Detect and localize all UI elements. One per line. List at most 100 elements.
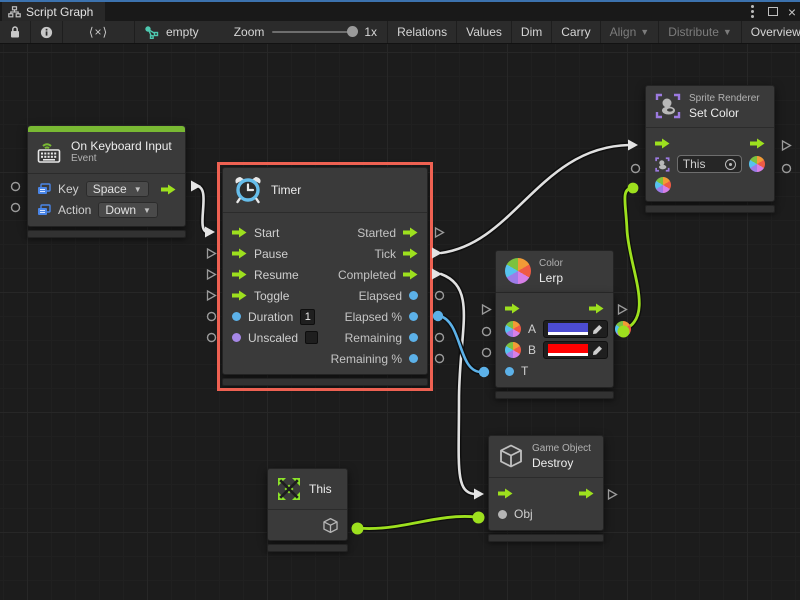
lock-button[interactable]: [0, 21, 31, 43]
info-button[interactable]: [31, 21, 63, 43]
overview-button[interactable]: Overview: [742, 21, 800, 43]
action-label: Action: [58, 203, 91, 217]
setcolor-flow-out-port[interactable]: [780, 139, 793, 152]
key-dropdown[interactable]: Space▼: [86, 181, 149, 197]
eyedropper-icon[interactable]: [592, 324, 603, 335]
flow-arrow-icon: [232, 290, 247, 301]
color-a-field[interactable]: [543, 320, 608, 338]
lerp-b-row: B: [496, 340, 613, 361]
align-button[interactable]: Align▼: [601, 21, 660, 43]
timer-toggle-port[interactable]: [205, 289, 218, 302]
node-footer: [488, 534, 604, 542]
keyboard-key-row: Key Space▼: [28, 179, 185, 200]
timer-resume-port[interactable]: [205, 268, 218, 281]
destroy-obj-port[interactable]: [471, 510, 486, 525]
node-on-keyboard-input[interactable]: On Keyboard Input Event Key Space▼ Actio…: [27, 125, 186, 238]
action-dropdown[interactable]: Down▼: [98, 202, 158, 218]
code-preview-button[interactable]: ⟨×⟩: [63, 21, 135, 43]
menu-dots-icon[interactable]: [751, 10, 754, 13]
node-this[interactable]: This: [267, 468, 348, 552]
color-wheel-icon: [655, 177, 671, 193]
graph-icon: [8, 6, 21, 18]
lerp-t-port[interactable]: [477, 365, 491, 379]
timer-icon: [233, 175, 263, 205]
this-output-port[interactable]: [350, 521, 365, 536]
lerp-flow-out-port[interactable]: [616, 303, 629, 316]
chevron-down-icon: ▼: [723, 27, 732, 37]
color-b-swatch[interactable]: [548, 344, 588, 356]
timer-row-start-started: Start Started: [223, 222, 427, 243]
this-output-row: [268, 510, 347, 540]
node-category: Color: [539, 258, 563, 271]
chevron-down-icon: ▼: [134, 185, 142, 194]
timer-pause-port[interactable]: [205, 247, 218, 260]
destroy-flow-out-port[interactable]: [606, 488, 619, 501]
timer-remaining-pct-port[interactable]: [433, 352, 446, 365]
object-picker-icon[interactable]: [725, 159, 736, 170]
zoom-slider-knob[interactable]: [347, 26, 358, 37]
unscaled-checkbox[interactable]: [305, 331, 318, 344]
keyboard-trigger-port[interactable]: [189, 179, 203, 193]
zoom-slider[interactable]: [272, 31, 356, 33]
enum-icon: [37, 183, 51, 196]
timer-started-port[interactable]: [433, 226, 446, 239]
carry-button[interactable]: Carry: [552, 21, 600, 43]
eyedropper-icon[interactable]: [592, 345, 603, 356]
timer-remaining-port[interactable]: [433, 331, 446, 344]
lock-icon: [9, 25, 21, 39]
key-label: Key: [58, 182, 79, 196]
node-destroy[interactable]: Game Object Destroy Obj: [488, 435, 604, 542]
zoom-label: Zoom: [234, 25, 265, 39]
lerp-flow-in-port[interactable]: [480, 303, 493, 316]
focus-highlight-line: [0, 0, 800, 2]
node-color-lerp[interactable]: Color Lerp A: [495, 250, 614, 399]
setcolor-out-port[interactable]: [780, 162, 793, 175]
node-title: Lerp: [539, 271, 563, 285]
flow-arrow-icon: [655, 138, 670, 149]
timer-tick-port[interactable]: [430, 246, 444, 260]
target-object-field[interactable]: This: [677, 155, 742, 173]
lerp-b-port[interactable]: [480, 346, 493, 359]
info-icon: [40, 26, 53, 39]
sprite-renderer-icon: [655, 93, 681, 119]
timer-elapsed-pct-port[interactable]: [431, 309, 445, 323]
node-subtitle: Event: [71, 153, 172, 166]
color-b-field[interactable]: [543, 341, 608, 359]
tab-script-graph[interactable]: Script Graph: [2, 2, 105, 21]
timer-unscaled-port[interactable]: [205, 331, 218, 344]
values-button[interactable]: Values: [457, 21, 512, 43]
flow-arrow-icon: [232, 269, 247, 280]
node-title: Set Color: [689, 106, 760, 120]
node-title: Timer: [271, 183, 301, 197]
flow-arrow-icon: [498, 488, 513, 499]
node-set-color[interactable]: Sprite Renderer Set Color This: [645, 85, 775, 213]
lerp-a-port[interactable]: [480, 325, 493, 338]
color-wheel-icon: [505, 321, 521, 337]
flow-arrow-icon: [579, 488, 594, 499]
close-icon[interactable]: ×: [788, 5, 796, 19]
setcolor-flow-row: [646, 133, 774, 154]
distribute-button[interactable]: Distribute▼: [659, 21, 742, 43]
lerp-a-row: A: [496, 319, 613, 340]
duration-input[interactable]: 1: [300, 309, 315, 325]
keyboard-key-port[interactable]: [9, 180, 22, 193]
lerp-result-port[interactable]: [616, 324, 631, 339]
setcolor-target-port[interactable]: [629, 162, 642, 175]
timer-duration-port[interactable]: [205, 310, 218, 323]
flow-arrow-icon: [232, 227, 247, 238]
node-timer[interactable]: Timer Start Started Pause Tick Resume Co…: [222, 167, 428, 386]
setcolor-flow-in-port[interactable]: [626, 138, 640, 152]
destroy-flow-in-port[interactable]: [472, 487, 486, 501]
maximize-icon[interactable]: [768, 7, 778, 16]
flow-arrow-icon: [403, 227, 418, 238]
timer-elapsed-port[interactable]: [433, 289, 446, 302]
timer-completed-port[interactable]: [430, 267, 444, 281]
keyboard-action-port[interactable]: [9, 201, 22, 214]
relations-button[interactable]: Relations: [388, 21, 457, 43]
setcolor-color-port[interactable]: [626, 181, 640, 195]
timer-start-port[interactable]: [203, 225, 217, 239]
dim-button[interactable]: Dim: [512, 21, 552, 43]
color-a-swatch[interactable]: [548, 323, 588, 335]
toolbar-middle: empty Zoom 1x: [135, 21, 387, 43]
destroy-obj-row: Obj: [489, 504, 603, 525]
